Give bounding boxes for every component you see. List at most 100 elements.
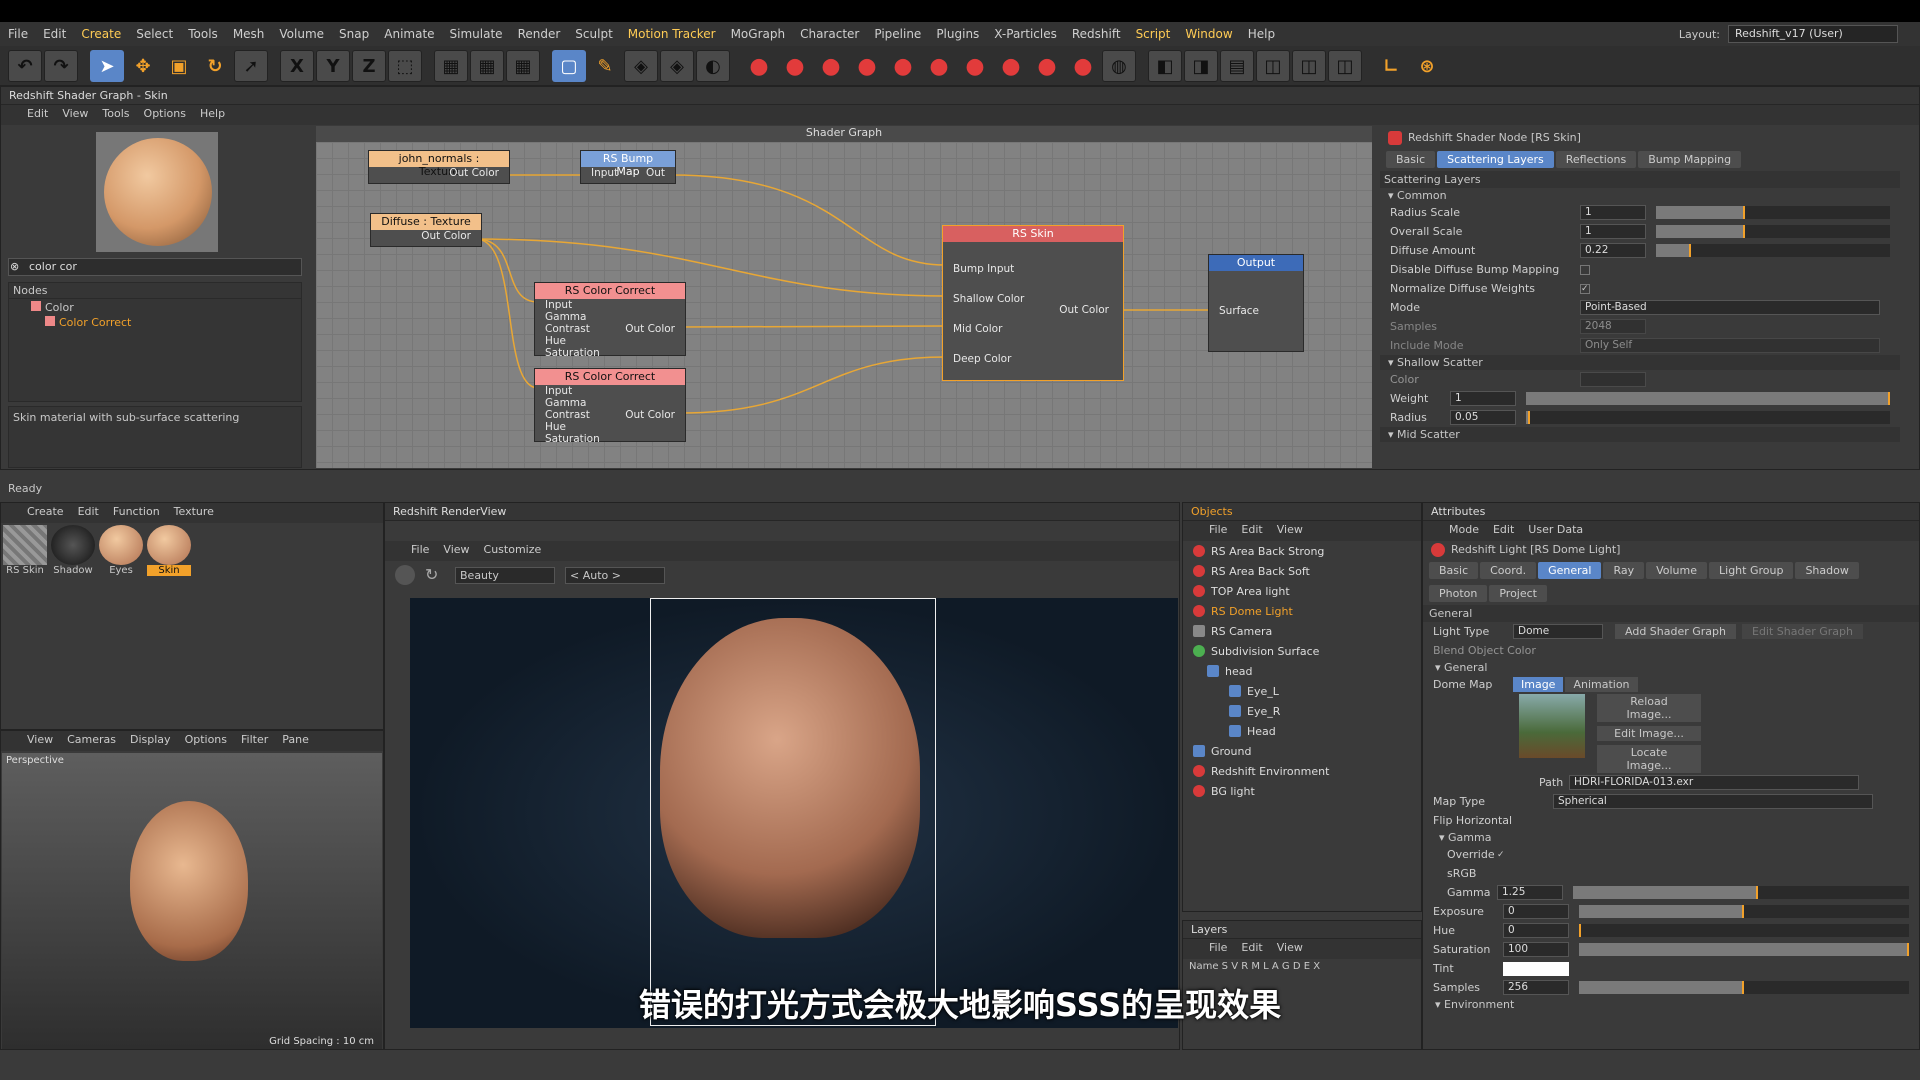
- gamma-field[interactable]: 1.25: [1497, 885, 1563, 900]
- viewport-menu-cameras[interactable]: Cameras: [67, 733, 116, 749]
- tab-basic[interactable]: Basic: [1386, 151, 1436, 168]
- object-subdivision-surface[interactable]: Subdivision Surface: [1193, 641, 1421, 661]
- tab-bump-mapping[interactable]: Bump Mapping: [1638, 151, 1742, 168]
- overall-scale-field[interactable]: 1: [1580, 224, 1646, 239]
- object-rs-area-back-soft[interactable]: RS Area Back Soft: [1193, 561, 1421, 581]
- layers-menu-edit[interactable]: Edit: [1241, 941, 1262, 957]
- port-hue[interactable]: Hue: [535, 335, 685, 347]
- node-output[interactable]: Output Surface: [1208, 254, 1304, 352]
- port-out-color[interactable]: Out Color: [371, 230, 481, 242]
- tab-shadow[interactable]: Shadow: [1795, 562, 1859, 579]
- radius-row[interactable]: Radius 0.05: [1380, 408, 1900, 427]
- viewport-menu-view[interactable]: View: [27, 733, 53, 749]
- tab-ray[interactable]: Ray: [1603, 562, 1645, 579]
- hdri-thumbnail[interactable]: [1519, 694, 1585, 758]
- material-menu-edit[interactable]: Edit: [78, 505, 99, 521]
- port-hue[interactable]: Hue: [535, 421, 685, 433]
- object-ground[interactable]: Ground: [1193, 741, 1421, 761]
- zoom-dropdown[interactable]: < Auto >: [565, 566, 665, 584]
- object-head[interactable]: head: [1193, 661, 1421, 681]
- gamma-slider[interactable]: [1573, 886, 1909, 899]
- override-row[interactable]: Override ✓: [1423, 845, 1919, 864]
- object-rs-camera[interactable]: RS Camera: [1193, 621, 1421, 641]
- node-diffuse-texture[interactable]: Diffuse : Texture Out Color: [370, 213, 482, 247]
- aov-dropdown[interactable]: Beauty: [455, 566, 555, 584]
- play-icon[interactable]: [395, 565, 415, 585]
- map-type-row[interactable]: Map Type Spherical: [1423, 792, 1919, 811]
- node-rs-skin[interactable]: RS Skin Bump Input Shallow Color Out Col…: [942, 225, 1124, 381]
- saturation-field[interactable]: 100: [1503, 942, 1569, 957]
- tab-light-group[interactable]: Light Group: [1709, 562, 1794, 579]
- port-mid-color[interactable]: Mid Color: [943, 314, 1123, 344]
- material-rs-skin[interactable]: RS Skin: [3, 525, 47, 576]
- color-row[interactable]: Color: [1380, 370, 1900, 389]
- object-eye-r[interactable]: Eye_R: [1193, 701, 1421, 721]
- add-shader-graph-button[interactable]: Add Shader Graph: [1615, 624, 1736, 639]
- radius-scale-slider[interactable]: [1656, 206, 1890, 219]
- saturation-row[interactable]: Saturation 100: [1423, 940, 1919, 959]
- object-eye-l[interactable]: Eye_L: [1193, 681, 1421, 701]
- tab-general[interactable]: General: [1538, 562, 1602, 579]
- checkbox-checked[interactable]: ✓: [1497, 850, 1505, 860]
- tab-coord[interactable]: Coord.: [1480, 562, 1537, 579]
- object-top-area-light[interactable]: TOP Area light: [1193, 581, 1421, 601]
- hue-field[interactable]: 0: [1503, 923, 1569, 938]
- viewport-menu-filter[interactable]: Filter: [241, 733, 268, 749]
- radius-scale-field[interactable]: 1: [1580, 205, 1646, 220]
- tab-volume[interactable]: Volume: [1646, 562, 1708, 579]
- port-shallow-color[interactable]: Shallow Color: [953, 284, 1024, 314]
- light-type-dropdown[interactable]: Dome: [1513, 624, 1603, 639]
- layers-menu-file[interactable]: File: [1209, 941, 1227, 957]
- material-menu-create[interactable]: Create: [27, 505, 64, 521]
- port-out-color[interactable]: Out Color: [1049, 304, 1119, 316]
- object-redshift-environment[interactable]: Redshift Environment: [1193, 761, 1421, 781]
- group-gamma[interactable]: ▾ Gamma: [1423, 830, 1919, 845]
- exposure-field[interactable]: 0: [1503, 904, 1569, 919]
- port-bump-input[interactable]: Bump Input: [943, 254, 1123, 284]
- map-type-dropdown[interactable]: Spherical: [1553, 794, 1873, 809]
- reload-image-button[interactable]: Reload Image...: [1597, 694, 1701, 722]
- port-contrast[interactable]: Contrast: [545, 323, 590, 335]
- node-color-correct-1[interactable]: RS Color Correct Input Gamma Contrast Out…: [534, 282, 686, 359]
- node-normals-texture[interactable]: john_normals : Texture Out Color: [368, 150, 510, 184]
- object-rs-area-back-strong[interactable]: RS Area Back Strong: [1193, 541, 1421, 561]
- exposure-row[interactable]: Exposure 0: [1423, 902, 1919, 921]
- tab-photon[interactable]: Photon: [1429, 585, 1488, 602]
- material-shadow[interactable]: Shadow: [51, 525, 95, 576]
- mode-row[interactable]: Mode Point-Based: [1380, 298, 1900, 317]
- object-head[interactable]: Head: [1193, 721, 1421, 741]
- color-swatch[interactable]: [1580, 372, 1646, 387]
- port-out[interactable]: Out: [646, 167, 665, 179]
- port-saturation[interactable]: Saturation: [535, 347, 685, 359]
- attributes-menu-user-data[interactable]: User Data: [1528, 523, 1583, 539]
- check-normalize[interactable]: Normalize Diffuse Weights ✓: [1380, 279, 1900, 298]
- renderview-menu-file[interactable]: File: [411, 543, 429, 559]
- port-saturation[interactable]: Saturation: [535, 433, 685, 445]
- viewport-menu-display[interactable]: Display: [130, 733, 171, 749]
- exposure-slider[interactable]: [1579, 905, 1909, 918]
- checkbox[interactable]: [1580, 264, 1590, 275]
- overall-scale-row[interactable]: Overall Scale 1: [1380, 222, 1900, 241]
- group-mid[interactable]: ▾ Mid Scatter: [1380, 427, 1900, 442]
- viewport-menu-pane[interactable]: Pane: [282, 733, 309, 749]
- tab-scattering-layers[interactable]: Scattering Layers: [1437, 151, 1554, 168]
- tab-basic[interactable]: Basic: [1429, 562, 1479, 579]
- hue-row[interactable]: Hue 0: [1423, 921, 1919, 940]
- material-eyes[interactable]: Eyes: [99, 525, 143, 576]
- port-out-color[interactable]: Out Color: [625, 323, 675, 335]
- layers-menu-view[interactable]: View: [1277, 941, 1303, 957]
- weight-row[interactable]: Weight 1: [1380, 389, 1900, 408]
- weight-slider[interactable]: [1526, 392, 1890, 405]
- renderview-menu-customize[interactable]: Customize: [484, 543, 542, 559]
- objects-menu-file[interactable]: File: [1209, 523, 1227, 539]
- objects-menu-edit[interactable]: Edit: [1241, 523, 1262, 539]
- object-bg-light[interactable]: BG light: [1193, 781, 1421, 801]
- node-bump-map[interactable]: RS Bump Map Input Out: [580, 150, 676, 184]
- renderview-menu-view[interactable]: View: [443, 543, 469, 559]
- saturation-slider[interactable]: [1579, 943, 1909, 956]
- port-deep-color[interactable]: Deep Color: [943, 344, 1123, 374]
- attributes-menu-edit[interactable]: Edit: [1493, 523, 1514, 539]
- material-menu-function[interactable]: Function: [113, 505, 160, 521]
- blend-row[interactable]: Blend Object Color: [1423, 641, 1919, 660]
- radius-slider[interactable]: [1526, 411, 1890, 424]
